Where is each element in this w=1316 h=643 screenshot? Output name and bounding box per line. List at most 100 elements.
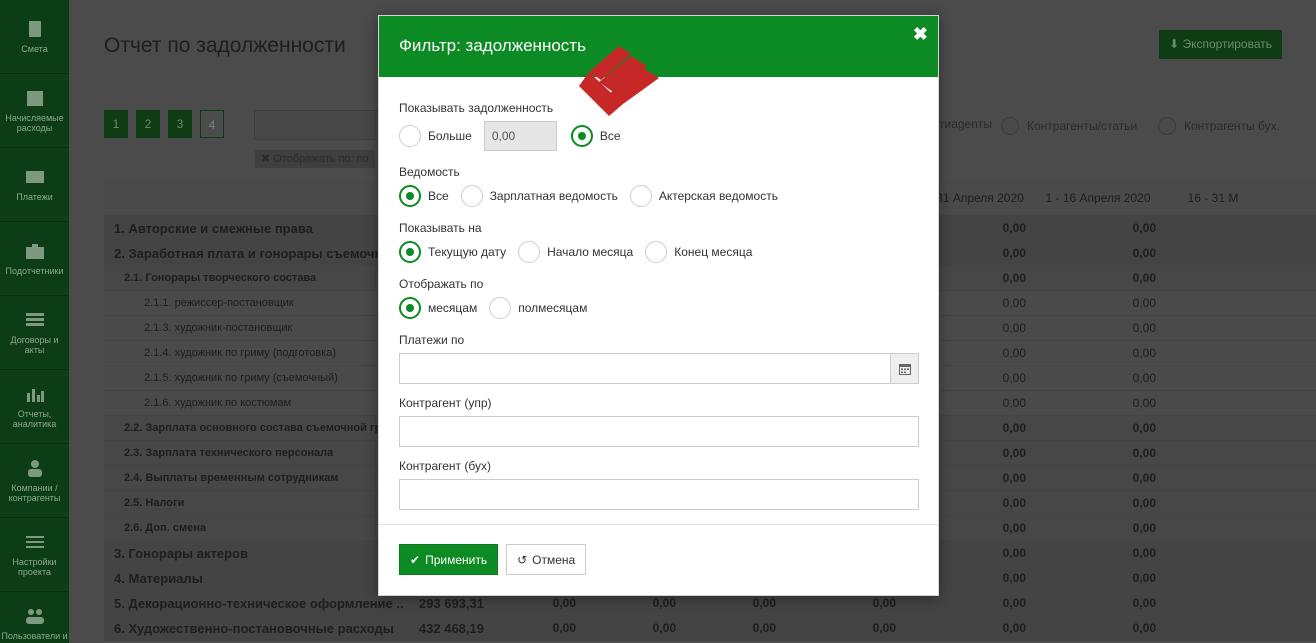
- filter-tag-label: Отображать по: по: [273, 153, 369, 165]
- counterparty-mgmt-label: Контрагент (упр): [399, 396, 492, 410]
- search-input[interactable]: [254, 110, 394, 140]
- row-cell: 0,00: [1132, 496, 1156, 510]
- sidebar-item-contracts[interactable]: Договоры и акты: [0, 296, 69, 370]
- radio-label: Контрагенты/статьи: [1027, 119, 1138, 133]
- radio-all-debt[interactable]: Все: [570, 125, 621, 147]
- amount-input[interactable]: [483, 121, 557, 151]
- row-cell: 0,00: [1002, 596, 1026, 610]
- book-icon: [25, 20, 45, 38]
- radio-current-date[interactable]: Текущую дату: [399, 241, 506, 263]
- row-cell: 0,00: [1132, 571, 1156, 585]
- radio-circle: [489, 297, 512, 319]
- row-cell: 0,00: [752, 596, 776, 610]
- export-button[interactable]: ⬇ Экспортировать: [1159, 30, 1282, 59]
- display-by-row: месяцам полмесяцам: [399, 297, 918, 319]
- column-header: 1 - 16 Апреля 2020: [1045, 190, 1151, 205]
- modal-title: Фильтр: задолженность: [399, 36, 586, 55]
- counterparty-acc-input[interactable]: [400, 480, 918, 509]
- row-name: 2.1.4. художник по гриму (подготовка): [144, 347, 336, 359]
- filter-tag[interactable]: ✖ Отображать по: по: [255, 150, 375, 168]
- radio-statement-salary[interactable]: Зарплатная ведомость: [460, 185, 618, 207]
- sidebar-item-companies[interactable]: Компании / контрагенты: [0, 444, 69, 518]
- row-cell: 0,00: [1132, 371, 1156, 385]
- counterparty-mgmt-field: [399, 416, 919, 447]
- close-icon[interactable]: ✖: [913, 24, 928, 45]
- sliders-icon: [25, 533, 45, 551]
- radio-statement-actor[interactable]: Актерская ведомость: [629, 185, 778, 207]
- table-row[interactable]: 6. Художественно-постановочные расходы 43…: [104, 616, 1316, 641]
- radio-counterparties-acc[interactable]: Контрагенты бух.: [1158, 117, 1280, 135]
- row-cell: 0,00: [872, 596, 896, 610]
- radio-more[interactable]: Больше: [399, 125, 472, 147]
- row-cell: 0,00: [1132, 471, 1156, 485]
- row-name: 2.1.3. художник-постановщик: [144, 322, 293, 334]
- pager-page-3[interactable]: 3: [168, 110, 192, 138]
- sidebar-item-label: Платежи: [16, 191, 53, 202]
- sidebar-item-reports[interactable]: Отчеты, аналитика: [0, 370, 69, 444]
- row-cell: 0,00: [1132, 546, 1156, 560]
- radio-counterparties[interactable]: тиаgenты: [939, 117, 992, 131]
- page-title: Отчет по задолженности: [104, 34, 346, 57]
- radio-label: Все: [599, 129, 621, 143]
- sidebar-item-accountable[interactable]: Подотчетники: [0, 222, 69, 296]
- row-name: 2.1. Гонорары творческого состава: [124, 272, 317, 284]
- payments-by-input[interactable]: [400, 354, 918, 383]
- modal-footer: ✔ Применить ↺ Отмена: [379, 524, 938, 595]
- sidebar-item-estimate[interactable]: Смета: [0, 0, 69, 74]
- row-total: 432 468,19: [418, 620, 484, 636]
- row-total: 293 693,31: [418, 595, 484, 611]
- row-name: 2.2. Зарплата основного состава съемочно…: [124, 422, 394, 434]
- list-icon: [25, 311, 45, 329]
- pager-page-4[interactable]: 4: [200, 110, 224, 138]
- counterparty-acc-label: Контрагент (бух): [399, 459, 491, 473]
- radio-circle: [399, 241, 421, 263]
- briefcase-icon: [25, 242, 45, 260]
- radio-by-half-months[interactable]: полмесяцам: [489, 297, 587, 319]
- row-cell: 0,00: [1132, 346, 1156, 360]
- radio-month-end[interactable]: Конец месяца: [645, 241, 752, 263]
- sidebar-item-accrued-expenses[interactable]: Начисляемые расходы: [0, 74, 69, 148]
- radio-label: Конец месяца: [674, 245, 753, 259]
- cancel-button[interactable]: ↺ Отмена: [506, 544, 587, 575]
- check-icon: ✔: [410, 552, 421, 567]
- row-name: 2.1.5. художник по гриму (съемочный): [144, 372, 338, 384]
- statement-row: Все Зарплатная ведомость Актерская ведом…: [399, 185, 918, 207]
- counterparty-acc-field: [399, 479, 919, 510]
- sidebar-item-label: Пользователи и роли: [1, 630, 68, 643]
- radio-counterparties-articles[interactable]: Контрагенты/статьи: [1001, 117, 1137, 135]
- statement-label: Ведомость: [399, 165, 460, 179]
- row-cell: 0,00: [1132, 421, 1156, 435]
- row-name: 2. Заработная плата и гонорары съемочной: [114, 245, 399, 261]
- row-name: 2.6. Доп. смена: [124, 522, 206, 534]
- radio-month-start[interactable]: Начало месяца: [518, 241, 633, 263]
- radio-label: Больше: [428, 129, 472, 143]
- radio-circle: [399, 185, 421, 207]
- sidebar-item-label: Договоры и акты: [10, 334, 59, 355]
- sidebar-item-label: Начисляемые расходы: [5, 112, 64, 133]
- radio-label: Контрагенты бух.: [1184, 119, 1280, 133]
- pager-page-2[interactable]: 2: [136, 110, 160, 138]
- sidebar-item-users[interactable]: Пользователи и роли: [0, 592, 69, 643]
- row-cell: 0,00: [1132, 221, 1156, 235]
- users-icon: [25, 607, 45, 625]
- radio-statement-all[interactable]: Все: [399, 185, 449, 207]
- apply-button[interactable]: ✔ Применить: [399, 544, 499, 575]
- sidebar-item-project-settings[interactable]: Настройки проекта: [0, 518, 69, 592]
- row-cell: 0,00: [552, 596, 576, 610]
- sidebar-item-label: Компании / контрагенты: [8, 482, 61, 503]
- calendar-icon: [25, 89, 45, 107]
- row-name: 5. Декорационно-техническое оформление .…: [114, 595, 404, 611]
- calendar-icon[interactable]: [890, 354, 918, 383]
- row-name: 3. Гонорары актеров: [114, 545, 248, 561]
- row-name: 2.3. Зарплата технического персонала: [124, 447, 334, 459]
- radio-by-months[interactable]: месяцам: [399, 297, 477, 319]
- radio-label: Начало месяца: [547, 245, 634, 259]
- row-cell: 0,00: [1132, 521, 1156, 535]
- row-cell: 0,00: [872, 621, 896, 635]
- sidebar-item-payments[interactable]: Платежи: [0, 148, 69, 222]
- row-name: 2.1.6. художник по костюмам: [144, 397, 292, 409]
- annotation-arrow-icon: [579, 46, 659, 116]
- row-name: 2.4. Выплаты временным сотрудникам: [124, 472, 339, 484]
- counterparty-mgmt-input[interactable]: [400, 417, 918, 446]
- pager-page-1[interactable]: 1: [104, 110, 128, 138]
